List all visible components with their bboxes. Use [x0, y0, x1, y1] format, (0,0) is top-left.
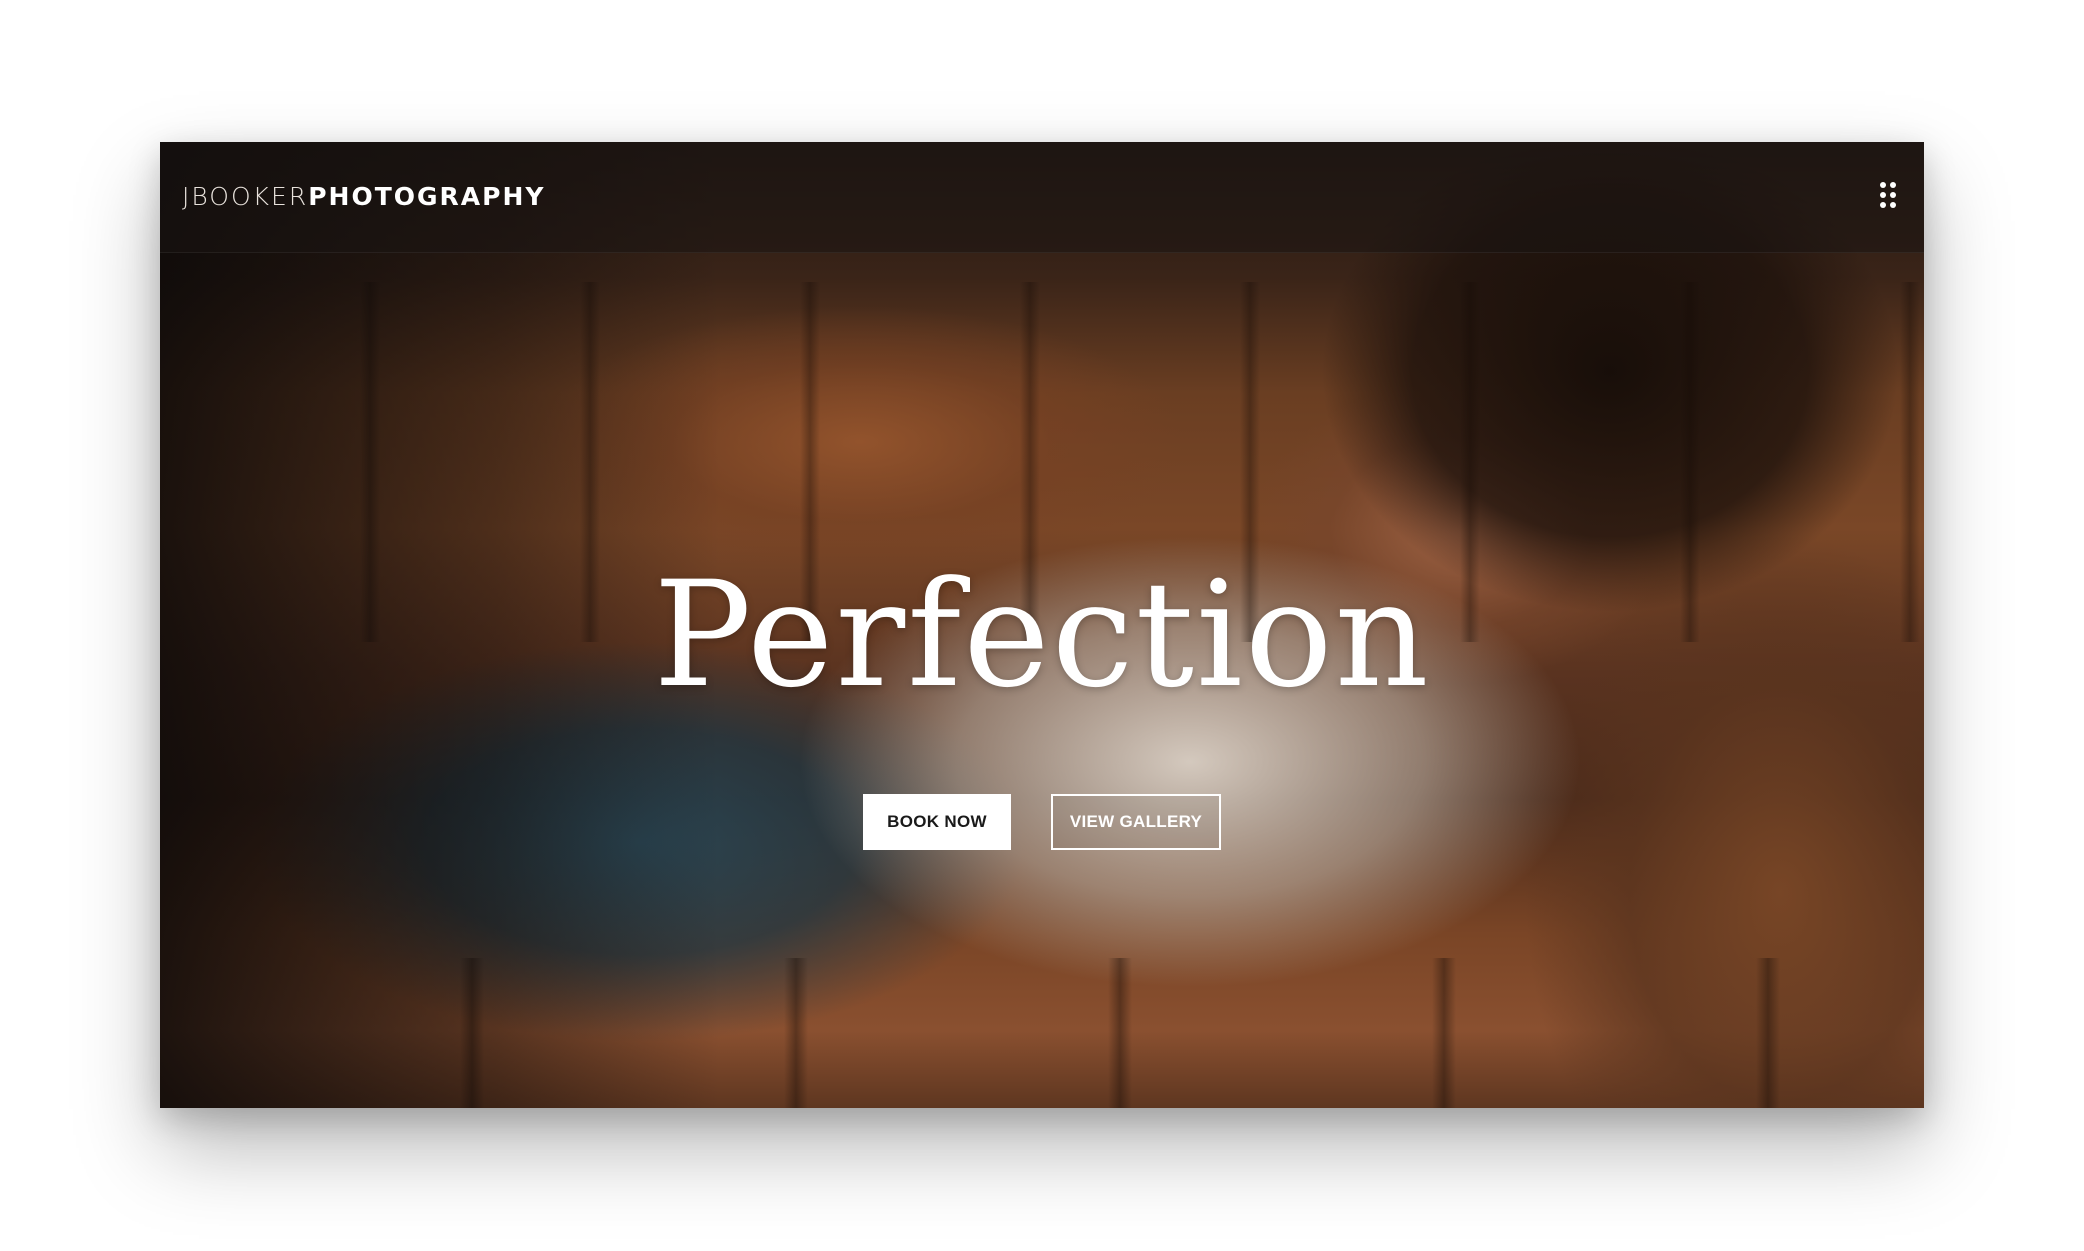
page-background: JBOOKERPHOTOGRAPHY Perfection BOOK NOW V…: [0, 0, 2084, 1251]
book-now-button[interactable]: BOOK NOW: [863, 794, 1011, 850]
site-logo[interactable]: JBOOKERPHOTOGRAPHY: [182, 182, 546, 211]
view-gallery-button[interactable]: VIEW GALLERY: [1051, 794, 1221, 850]
hero-actions: BOOK NOW VIEW GALLERY: [160, 794, 1924, 850]
grid-dots-icon[interactable]: [1880, 182, 1898, 208]
hero-headline: Perfection: [653, 550, 1431, 720]
logo-text-bold: PHOTOGRAPHY: [308, 182, 546, 211]
site-header: JBOOKERPHOTOGRAPHY: [160, 142, 1924, 253]
website-preview: JBOOKERPHOTOGRAPHY Perfection BOOK NOW V…: [160, 142, 1924, 1108]
logo-text-light: JBOOKER: [182, 182, 309, 211]
